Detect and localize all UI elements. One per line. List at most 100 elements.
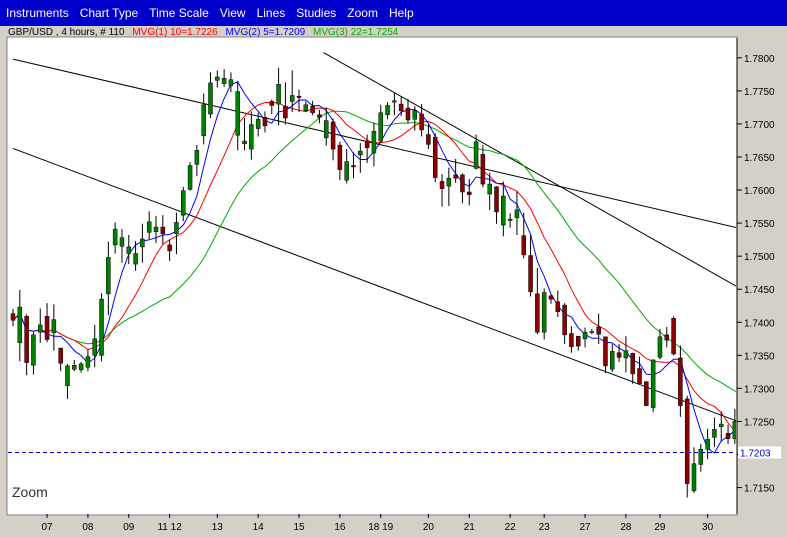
legend-ma1: MVG(1) 10=1.7226 [132,27,218,38]
menu-studies[interactable]: Studies [290,0,341,26]
candle-body-up [242,140,247,145]
candle [671,316,676,356]
candle-body-up [92,338,97,356]
candle-body-up [31,334,36,366]
candle-body-down [535,293,540,333]
x-tick-label: 20 [423,522,435,533]
x-tick-label: 14 [253,522,265,533]
x-tick-label: 28 [620,522,632,533]
candle-body-up [174,222,179,234]
candle-body-up [691,463,697,492]
candle-body-down [337,144,343,170]
candle-body-down [644,381,649,406]
y-tick-label: 1.7400 [744,318,775,329]
candle-body-up [228,79,234,86]
y-tick-label: 1.7350 [744,351,775,362]
candle-body-down [167,244,172,252]
candle-body-up [582,331,588,340]
candle-body-down [460,174,465,193]
legend-ma2: MVG(2) 5=1.7209 [225,27,305,38]
candle-body-up [358,150,363,156]
candle-body-down [405,107,411,121]
svg-text:GBP/USD , 4 hours, # 110 M: GBP/USD , 4 hours, # 110 MVG(1) 10=1.722… [8,27,399,38]
candle-body-up [181,190,186,216]
price-chart[interactable]: GBP/USD , 4 hours, # 110 MVG(1) 10=1.722… [0,26,787,537]
menu-time-scale[interactable]: Time Scale [143,0,214,26]
x-tick-label: 16 [334,522,346,533]
current-price-tag: 1.7203 [738,446,781,460]
y-tick-label: 1.7750 [744,87,775,98]
menu-zoom[interactable]: Zoom [341,0,383,26]
y-tick-label: 1.7700 [744,120,775,131]
candle-body-down [575,335,581,347]
candle [432,133,438,183]
candle-body-up [712,429,717,438]
x-tick-label: 11 12 [157,522,182,533]
x-tick-label: 09 [123,522,135,533]
candle-body-up [85,356,91,368]
candle-body-up [610,351,615,370]
plot-area[interactable] [6,36,738,516]
candle-body-up [140,238,145,248]
candle-body-up [487,183,492,195]
candle-body-up [17,306,23,344]
candle-body-up [208,82,213,115]
y-tick-label: 1.7550 [744,219,775,230]
x-tick-label: 29 [654,522,666,533]
candle-body-up [385,105,390,115]
candle-body-up [146,221,152,233]
candle-body-down [10,313,16,321]
menu-bar: Instruments Chart Type Time Scale View L… [0,0,787,26]
candle-body-down [521,235,526,256]
candle-body-up [133,253,138,265]
candle-body-down [296,95,302,98]
candle-body-down [637,368,642,385]
candle-body-down [269,101,275,106]
candle-body-up [344,161,349,181]
candle-body-down [569,333,574,347]
candle-body-down [528,255,533,293]
candle-body-up [255,119,261,129]
menu-lines[interactable]: Lines [251,0,291,26]
y-tick-label: 1.7800 [744,54,775,65]
candle-body-up [589,331,595,333]
candle-body-down [317,114,322,118]
current-price-label: 1.7203 [740,449,771,460]
candle-body-up [72,365,77,370]
candle-body-up [378,112,383,142]
zoom-label[interactable]: Zoom [12,484,48,500]
menu-help[interactable]: Help [383,0,419,26]
legend-ma3: MVG(3) 22=1.7254 [313,27,399,38]
candle-body-up [194,150,200,165]
candle-body-up [112,228,118,246]
candle-body-down [44,316,50,340]
y-tick-label: 1.7450 [744,285,775,296]
candle-body-up [303,104,309,111]
candle-body-down [160,226,166,234]
x-tick-label: 21 [464,522,476,533]
candle [99,293,104,362]
candle-body-down [725,433,731,439]
candle-body-up [65,365,70,386]
candle-body-up [215,76,220,81]
candle-body-down [548,295,554,300]
menu-chart-type[interactable]: Chart Type [74,0,143,26]
candle [644,381,649,407]
candle-body-up [51,319,57,334]
candle-body-down [494,186,499,213]
menu-view[interactable]: View [214,0,251,26]
candle-body-up [276,84,281,105]
candle-body-up [473,141,479,169]
menu-instruments[interactable]: Instruments [0,0,74,26]
candle [541,288,547,340]
candle-body-up [37,324,43,333]
y-tick-label: 1.7250 [744,417,775,428]
x-tick-label: 13 [212,522,224,533]
candle-body-up [221,78,227,84]
candle-body-up [324,120,329,139]
candle-body-down [467,191,472,195]
candle-body-down [58,347,63,364]
y-tick-label: 1.7150 [744,484,775,495]
candle-body-up [235,91,240,136]
candle [650,359,656,413]
